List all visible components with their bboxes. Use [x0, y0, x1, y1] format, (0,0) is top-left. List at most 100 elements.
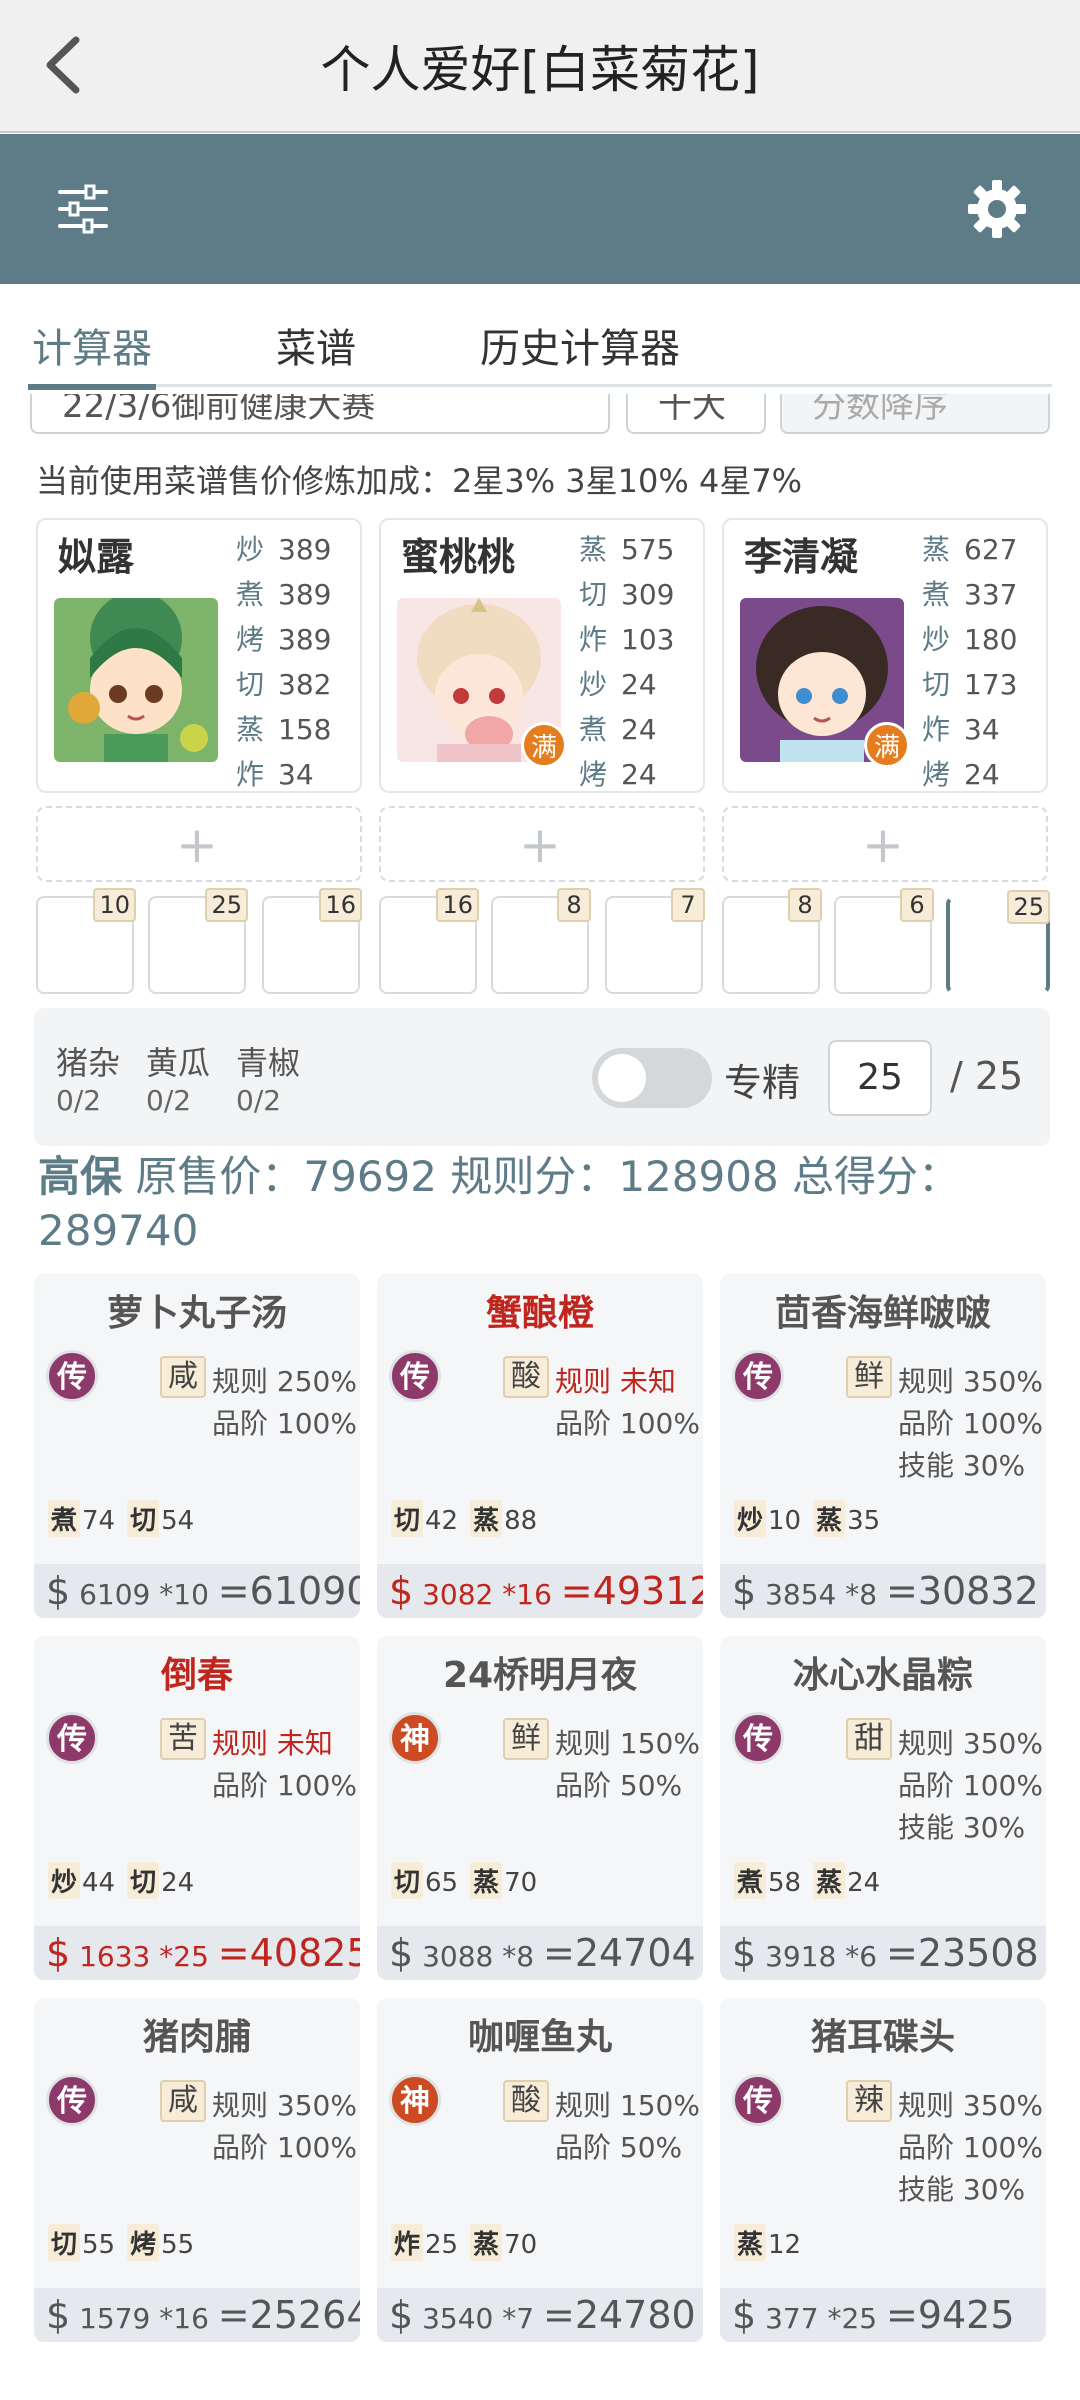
recipe-slot[interactable]: 25 — [148, 888, 248, 994]
dish-info-line: 技能 30% — [898, 1449, 1026, 1482]
rank-badge: 神 — [389, 2074, 441, 2126]
add-equip-button[interactable]: + — [36, 806, 362, 882]
chef-skills: 蒸 575 切 309 炸 103 炒 24 煮 24 烤 24 — [579, 533, 675, 791]
dish-card[interactable]: 倒春传 苦规则 未知 品阶 100% 炒 44 切 24 $ 1633 *25 =40825 — [34, 1636, 360, 1980]
rank-badge: 传 — [732, 1350, 784, 1402]
chef-skills: 蒸 627 煮 337 炒 180 切 173 炸 34 烤 24 — [922, 533, 1018, 791]
dish-info-line: 规则 350% — [898, 2089, 1043, 2122]
dish-card[interactable]: 猪肉脯传 咸规则 350% 品阶 100% 切 55 烤 55 $ 1579 *16 =252… — [34, 1998, 360, 2342]
chef-name: 李清凝 — [744, 535, 859, 579]
dish-total: 23508 — [917, 1931, 1039, 1975]
slot-count: 6 — [900, 888, 934, 922]
unit-price: 3540 *7 — [422, 2302, 535, 2335]
dish-card[interactable]: 蟹酿橙传 酸规则 未知 品阶 100% 切 42 蒸 88 $ 3082 *16 =49312 — [377, 1274, 703, 1618]
filter-sliders-icon[interactable] — [48, 174, 118, 244]
flavor-tag: 鲜 — [503, 1718, 549, 1760]
rank-badge: 神 — [389, 1712, 441, 1764]
group-select[interactable]: 十大 — [626, 394, 766, 434]
dish-info-line: 规则 未知 — [212, 1727, 333, 1760]
unit-price: 3082 *16 — [422, 1578, 552, 1611]
chef-card[interactable]: 蜜桃桃 满 蒸 575 切 309 炸 103 炒 24 煮 24 烤 24 — [379, 518, 705, 793]
dish-card[interactable]: 冰心水晶粽传 甜规则 350% 品阶 100% 技能 30% 煮 58 蒸 24 $ 3918 … — [720, 1636, 1046, 1980]
recipe-slot[interactable]: 6 — [834, 888, 934, 994]
dish-total: 49312 — [592, 1569, 703, 1613]
specialize-toggle[interactable] — [592, 1048, 712, 1108]
plus-icon: + — [519, 816, 561, 874]
ingredient-count: 0/2 — [146, 1084, 192, 1117]
recipe-slot[interactable]: 8 — [491, 888, 591, 994]
add-equip-button[interactable]: + — [722, 806, 1048, 882]
chef-card[interactable]: 李清凝 满 蒸 627 煮 337 炒 180 切 173 炸 34 烤 24 — [722, 518, 1048, 793]
skill-tags: 炸 25 蒸 70 — [391, 2224, 549, 2261]
ingredient-name: 猪杂 — [56, 1044, 121, 1082]
chef-name: 姒露 — [58, 535, 135, 579]
dish-info-line: 品阶 100% — [898, 1769, 1043, 1802]
unit-price: 1579 *16 — [79, 2302, 209, 2335]
tab-recipes[interactable]: 菜谱 — [276, 316, 356, 374]
skill-tags: 炒 10 蒸 35 — [734, 1500, 892, 1537]
dish-name: 茴香海鲜啵啵 — [774, 1293, 991, 1334]
dish-card[interactable]: 茴香海鲜啵啵传 鲜规则 350% 品阶 100% 技能 30% 炒 10 蒸 35 $ 3854… — [720, 1274, 1046, 1618]
dish-info-line: 品阶 100% — [898, 2131, 1043, 2164]
dish-info-line: 品阶 100% — [555, 1407, 700, 1440]
chef-avatar — [54, 598, 218, 762]
unit-price: 377 *25 — [765, 2302, 878, 2335]
recipe-slot[interactable]: 16 — [262, 888, 362, 994]
skill-tags: 炒 44 切 24 — [48, 1862, 206, 1899]
tab-bar: 计算器 菜谱 历史计算器 — [0, 284, 1080, 394]
tab-divider — [156, 384, 1052, 387]
slot-count: 16 — [319, 888, 362, 922]
dish-info-line: 规则 250% — [212, 1365, 357, 1398]
recipe-slot[interactable]: 16 — [379, 888, 479, 994]
ingredient-count: 0/2 — [236, 1084, 282, 1117]
gear-icon[interactable] — [962, 174, 1032, 244]
skill-tags: 煮 58 蒸 24 — [734, 1862, 892, 1899]
dish-info-line: 品阶 100% — [898, 1407, 1043, 1440]
price-row: $ 3854 *8 =30832 — [720, 1564, 1046, 1618]
dish-card[interactable]: 咖喱鱼丸神 酸规则 150% 品阶 50% 炸 25 蒸 70 $ 3540 *7 =2478… — [377, 1998, 703, 2342]
skill-tags: 切 65 蒸 70 — [391, 1862, 549, 1899]
rank-badge: 传 — [46, 1350, 98, 1402]
dish-total: 30832 — [917, 1569, 1039, 1613]
slot-count: 10 — [93, 888, 136, 922]
dish-info-line: 规则 150% — [555, 2089, 700, 2122]
recipe-slot[interactable]: 8 — [722, 888, 822, 994]
dish-info-line: 规则 350% — [212, 2089, 357, 2122]
dish-total: 24704 — [574, 1931, 696, 1975]
rule-select[interactable]: 22/3/6御前健康大赛 — [30, 394, 610, 434]
tab-history-calculator[interactable]: 历史计算器 — [480, 316, 680, 374]
skill-tags: 煮 74 切 54 — [48, 1500, 206, 1537]
recipe-slot[interactable]: 7 — [605, 888, 705, 994]
dish-name: 24桥明月夜 — [442, 1655, 638, 1696]
slot-count: 7 — [671, 888, 705, 922]
dish-total: 9425 — [917, 2293, 1015, 2337]
flavor-tag: 咸 — [160, 1356, 206, 1398]
rank-badge: 传 — [389, 1350, 441, 1402]
toggle-knob — [598, 1054, 646, 1102]
chef-card[interactable]: 姒露 炒 389 煮 389 烤 389 切 382 蒸 158 炸 34 — [36, 518, 362, 793]
skill-tags: 切 42 蒸 88 — [391, 1500, 549, 1537]
price-row: $ 6109 *10 =61090 — [34, 1564, 360, 1618]
selector-row: 22/3/6御前健康大赛 十大 分数降序 — [0, 394, 1080, 444]
flavor-tag: 咸 — [160, 2080, 206, 2122]
sort-select[interactable]: 分数降序 — [780, 394, 1050, 434]
dish-card[interactable]: 猪耳碟头传 辣规则 350% 品阶 100% 技能 30% 蒸 12 $ 377 *25 =… — [720, 1998, 1046, 2342]
specialize-input[interactable]: 25 — [828, 1040, 932, 1116]
dish-card[interactable]: 24桥明月夜神 鲜规则 150% 品阶 50% 切 65 蒸 70 $ 3088 *8 =24… — [377, 1636, 703, 1980]
dish-info-line: 规则 未知 — [555, 1365, 676, 1398]
dish-info-line: 品阶 50% — [555, 1769, 683, 1802]
dish-info-line: 规则 350% — [898, 1727, 1043, 1760]
dish-total: 25264 — [249, 2293, 360, 2337]
price-row: $ 3918 *6 =23508 — [720, 1926, 1046, 1980]
dish-info-line: 规则 150% — [555, 1727, 700, 1760]
plus-icon: + — [862, 816, 904, 874]
dish-card[interactable]: 萝卜丸子汤传 咸规则 250% 品阶 100% 煮 74 切 54 $ 6109 *10 =6… — [34, 1274, 360, 1618]
price-row: $ 1633 *25 =40825 — [34, 1926, 360, 1980]
slot-count: 25 — [205, 888, 248, 922]
dish-name: 咖喱鱼丸 — [467, 2017, 612, 2058]
tab-calculator[interactable]: 计算器 — [32, 316, 152, 374]
recipe-slot-selected[interactable]: 25 — [946, 890, 1050, 994]
price-row: $ 3082 *16 =49312 — [377, 1564, 703, 1618]
add-equip-button[interactable]: + — [379, 806, 705, 882]
recipe-slot[interactable]: 10 — [36, 888, 136, 994]
